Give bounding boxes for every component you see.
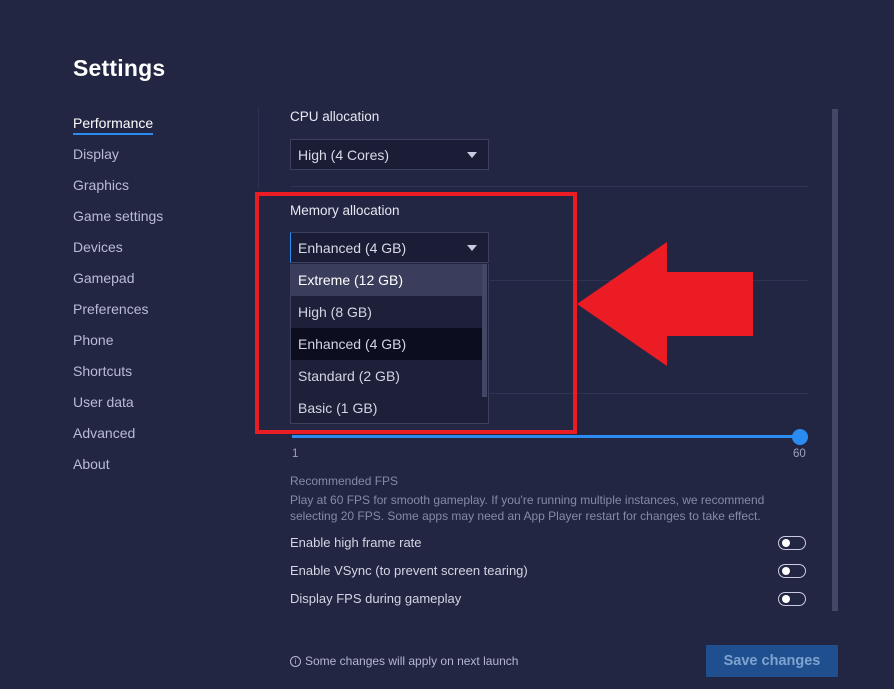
save-changes-button[interactable]: Save changes (706, 645, 838, 677)
sidebar-item-shortcuts[interactable]: Shortcuts (73, 362, 163, 393)
sidebar-item-performance[interactable]: Performance (73, 114, 163, 145)
vsync-toggle[interactable] (778, 564, 806, 578)
content-left-border (258, 108, 259, 188)
content-scrollbar[interactable] (832, 109, 838, 611)
sidebar-item-graphics[interactable]: Graphics (73, 176, 163, 207)
sidebar-item-preferences[interactable]: Preferences (73, 300, 163, 331)
info-icon: i (290, 655, 301, 667)
vsync-label: Enable VSync (to prevent screen tearing) (290, 563, 528, 578)
sidebar-item-advanced[interactable]: Advanced (73, 424, 163, 455)
sidebar-item-display[interactable]: Display (73, 145, 163, 176)
fps-slider-thumb[interactable] (792, 429, 808, 445)
chevron-down-icon (467, 152, 477, 158)
display-fps-label: Display FPS during gameplay (290, 591, 462, 606)
cpu-allocation-value: High (4 Cores) (298, 147, 390, 163)
sidebar-item-phone[interactable]: Phone (73, 331, 163, 362)
page-title: Settings (73, 55, 166, 81)
recommended-fps-description: Play at 60 FPS for smooth gameplay. If y… (290, 493, 765, 523)
settings-sidebar: Performance Display Graphics Game settin… (73, 114, 163, 486)
sidebar-item-devices[interactable]: Devices (73, 238, 163, 269)
restart-notice: i Some changes will apply on next launch (290, 654, 518, 668)
sidebar-item-gamepad[interactable]: Gamepad (73, 269, 163, 300)
sidebar-item-user-data[interactable]: User data (73, 393, 163, 424)
annotation-arrow-icon (577, 242, 753, 366)
recommended-fps-title: Recommended FPS (290, 474, 399, 488)
section-divider (290, 186, 808, 187)
restart-notice-text: Some changes will apply on next launch (305, 654, 519, 668)
display-fps-toggle[interactable] (778, 592, 806, 606)
sidebar-item-game-settings[interactable]: Game settings (73, 207, 163, 238)
fps-min-label: 1 (292, 448, 299, 460)
high-frame-rate-label: Enable high frame rate (290, 535, 422, 550)
annotation-highlight-box (255, 192, 577, 434)
cpu-allocation-select[interactable]: High (4 Cores) (290, 139, 489, 170)
high-frame-rate-toggle[interactable] (778, 536, 806, 550)
sidebar-item-about[interactable]: About (73, 455, 163, 486)
sidebar-item-label: Performance (73, 114, 154, 135)
cpu-allocation-label: CPU allocation (290, 109, 380, 124)
fps-slider-track[interactable] (292, 435, 800, 438)
fps-max-label: 60 (793, 448, 806, 460)
